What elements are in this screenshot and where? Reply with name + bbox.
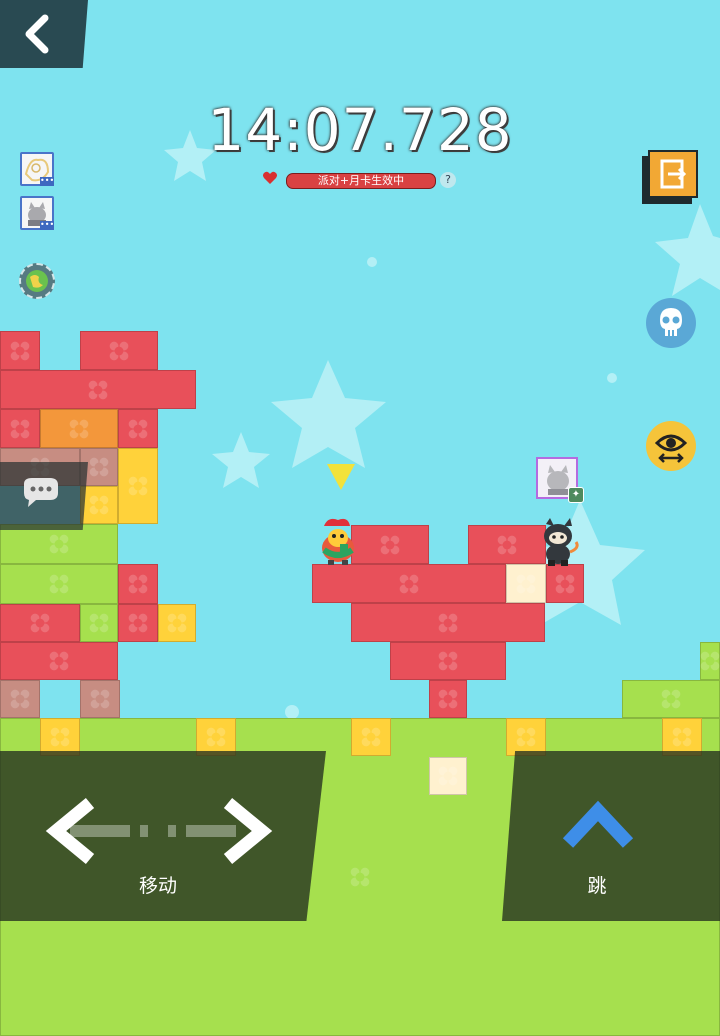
brick-block bbox=[468, 525, 546, 564]
brick-block bbox=[80, 680, 120, 718]
jump-control[interactable]: 跳 bbox=[502, 751, 720, 921]
more-options-icon[interactable]: ••• bbox=[40, 221, 54, 230]
brick-block bbox=[390, 642, 506, 680]
brick-block bbox=[118, 409, 158, 448]
brick-block bbox=[429, 680, 467, 718]
brick-block bbox=[0, 564, 118, 604]
brick-block bbox=[506, 564, 546, 603]
heart-icon bbox=[263, 171, 277, 184]
star-icon bbox=[271, 360, 386, 468]
brick-block bbox=[40, 718, 80, 756]
star-icon bbox=[212, 432, 270, 488]
chat-bubble-icon bbox=[24, 478, 58, 507]
spectate-switch-button[interactable] bbox=[646, 421, 696, 471]
brick-block bbox=[118, 448, 158, 524]
brick-block bbox=[506, 718, 546, 756]
game-scene: ✦ 14:07.728 派对+月卡生效中 ? ••• ••• 移动 跳 bbox=[0, 0, 720, 1036]
exit-room-button[interactable] bbox=[642, 150, 700, 206]
chat-button[interactable] bbox=[0, 462, 88, 530]
brick-block bbox=[0, 524, 118, 564]
player-character bbox=[322, 518, 354, 565]
race-timer: 14:07.728 bbox=[207, 96, 513, 164]
exit-icon bbox=[660, 159, 687, 189]
buff-status-bar: 派对+月卡生效中 bbox=[286, 173, 436, 189]
player-slot-1[interactable]: ••• bbox=[20, 152, 54, 186]
brick-block bbox=[0, 331, 40, 370]
world-button[interactable] bbox=[19, 263, 55, 299]
brick-block bbox=[662, 718, 702, 756]
jump-label: 跳 bbox=[587, 875, 607, 897]
world-globe-icon bbox=[26, 270, 48, 292]
brick-block bbox=[429, 757, 467, 795]
brick-block bbox=[312, 564, 506, 603]
brick-block bbox=[118, 564, 158, 604]
star-icon bbox=[655, 204, 720, 296]
brick-block bbox=[196, 718, 236, 756]
brick-block bbox=[0, 409, 40, 448]
brick-block bbox=[158, 604, 196, 642]
brick-block bbox=[80, 331, 158, 370]
brick-block bbox=[351, 525, 429, 564]
brick-block bbox=[80, 486, 118, 524]
skull-icon bbox=[660, 308, 682, 336]
player-indicator-icon bbox=[327, 464, 355, 490]
brick-block bbox=[0, 680, 40, 718]
player-slot-2[interactable]: ••• bbox=[20, 196, 54, 230]
brick-block bbox=[622, 680, 720, 718]
eye-swap-icon bbox=[654, 434, 688, 463]
back-arrow-icon bbox=[25, 14, 49, 54]
back-button[interactable] bbox=[0, 0, 88, 68]
brick-block bbox=[351, 603, 545, 642]
other-player-character bbox=[544, 518, 579, 566]
brick-block bbox=[351, 718, 391, 756]
move-label: 移动 bbox=[138, 875, 177, 897]
brick-block bbox=[40, 409, 118, 448]
brick-block bbox=[546, 564, 584, 603]
brick-block bbox=[700, 642, 720, 680]
more-options-icon[interactable]: ••• bbox=[40, 177, 54, 186]
brick-block bbox=[0, 642, 118, 680]
brick-block bbox=[118, 604, 158, 642]
shield-badge-icon: ✦ bbox=[568, 487, 584, 503]
give-up-button[interactable] bbox=[646, 298, 696, 348]
brick-block bbox=[80, 604, 118, 642]
brick-block bbox=[0, 370, 196, 409]
move-control[interactable]: 移动 bbox=[0, 751, 326, 921]
other-player-avatar[interactable]: ✦ bbox=[536, 457, 584, 503]
buff-help-button[interactable]: ? bbox=[440, 172, 456, 188]
brick-block bbox=[0, 604, 80, 642]
